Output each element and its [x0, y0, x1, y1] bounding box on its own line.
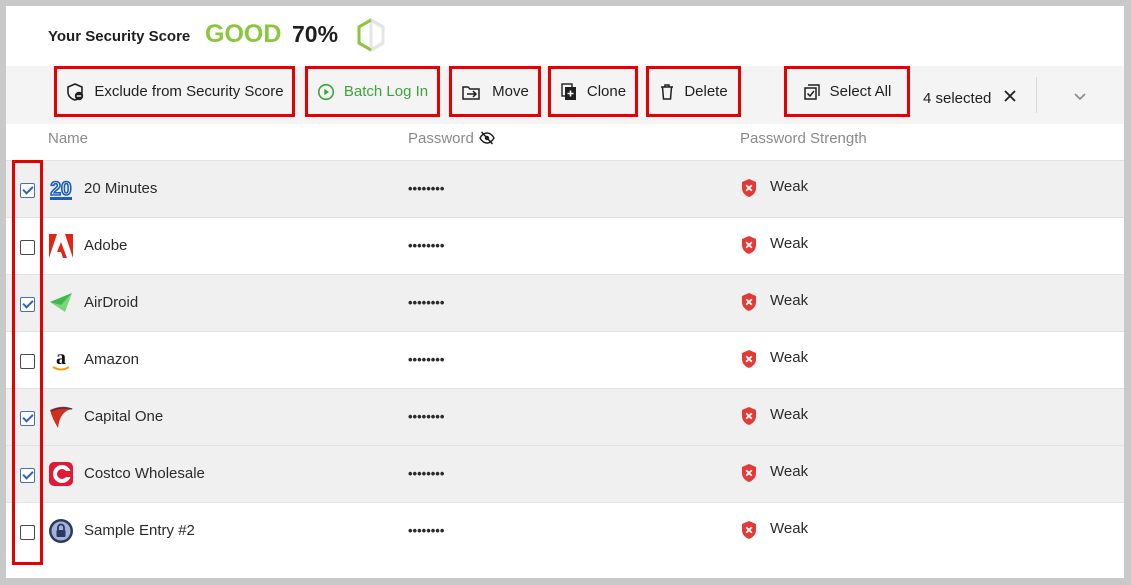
exclude-label: Exclude from Security Score — [94, 83, 284, 100]
airdroid-logo — [48, 290, 74, 316]
adobe-logo — [48, 233, 74, 259]
play-circle-icon — [317, 83, 334, 100]
app-frame: Your Security Score GOOD 70% Exclude fro… — [6, 6, 1124, 578]
select-all-button[interactable]: Select All — [784, 66, 910, 117]
security-score-rating: GOOD — [205, 20, 282, 48]
column-header-password[interactable]: Password — [408, 130, 495, 147]
security-score-label: Your Security Score — [48, 28, 191, 45]
exclude-from-score-button[interactable]: Exclude from Security Score — [54, 66, 295, 117]
trash-icon — [661, 83, 674, 100]
batch-login-button[interactable]: Batch Log In — [305, 66, 440, 117]
move-button[interactable]: Move — [449, 66, 541, 117]
security-score-bar: Your Security Score GOOD 70% — [6, 6, 1124, 66]
strength-label: Weak — [770, 178, 809, 195]
entry-name[interactable]: 20 Minutes — [84, 180, 157, 197]
row-checkbox[interactable] — [20, 525, 35, 540]
row-checkbox[interactable] — [20, 183, 35, 198]
entry-name[interactable]: AirDroid — [84, 294, 138, 311]
generic-lock-logo — [48, 518, 74, 544]
security-shield-icon — [357, 18, 385, 52]
column-header-password-label: Password — [408, 130, 474, 147]
move-label: Move — [492, 83, 529, 100]
weak-shield-icon — [740, 463, 758, 483]
select-all-icon — [803, 83, 820, 100]
table-row[interactable]: Capital One •••••••• Weak — [6, 388, 1124, 445]
svg-text:20: 20 — [50, 179, 71, 200]
column-header-strength[interactable]: Password Strength — [740, 130, 867, 147]
amazon-logo: a — [48, 347, 74, 373]
masked-password: •••••••• — [408, 352, 445, 367]
entry-name[interactable]: Costco Wholesale — [84, 465, 205, 482]
masked-password: •••••••• — [408, 523, 445, 538]
clone-icon — [561, 82, 576, 100]
clone-label: Clone — [586, 83, 627, 100]
weak-shield-icon — [740, 520, 758, 540]
row-checkbox[interactable] — [20, 354, 35, 369]
table-row[interactable]: Adobe •••••••• Weak — [6, 217, 1124, 274]
table-row[interactable]: 20 20 Minutes •••••••• Weak — [6, 160, 1124, 217]
row-checkbox[interactable] — [20, 297, 35, 312]
masked-password: •••••••• — [408, 238, 445, 253]
table-row[interactable]: Sample Entry #2 •••••••• Weak — [6, 502, 1124, 559]
weak-shield-icon — [740, 406, 758, 426]
entry-name[interactable]: Capital One — [84, 408, 163, 425]
strength-label: Weak — [770, 463, 809, 480]
svg-text:a: a — [56, 347, 66, 369]
strength-label: Weak — [770, 235, 809, 252]
strength-label: Weak — [770, 406, 809, 423]
move-folder-icon — [462, 85, 480, 100]
delete-button[interactable]: Delete — [646, 66, 741, 117]
clone-button[interactable]: Clone — [548, 66, 638, 117]
chevron-down-icon[interactable] — [1072, 88, 1088, 104]
select-all-label: Select All — [829, 83, 892, 100]
masked-password: •••••••• — [408, 409, 445, 424]
costco-logo — [48, 461, 74, 487]
column-header-name[interactable]: Name — [48, 130, 88, 147]
strength-label: Weak — [770, 292, 809, 309]
password-list: 20 20 Minutes •••••••• Weak Adobe •••••••• Wea… — [6, 160, 1124, 559]
shield-minus-icon — [67, 82, 84, 101]
weak-shield-icon — [740, 292, 758, 312]
selected-count: 4 selected — [923, 90, 992, 107]
masked-password: •••••••• — [408, 295, 445, 310]
strength-label: Weak — [770, 349, 809, 366]
delete-label: Delete — [684, 83, 728, 100]
table-row[interactable]: a Amazon •••••••• Weak — [6, 331, 1124, 388]
strength-label: Weak — [770, 520, 809, 537]
weak-shield-icon — [740, 349, 758, 369]
masked-password: •••••••• — [408, 181, 445, 196]
clear-selection-icon[interactable] — [1002, 88, 1018, 104]
eye-slash-icon[interactable] — [479, 131, 495, 145]
20-minutes-logo: 20 — [48, 176, 74, 202]
entry-name[interactable]: Adobe — [84, 237, 127, 254]
table-row[interactable]: Costco Wholesale •••••••• Weak — [6, 445, 1124, 502]
entry-name[interactable]: Amazon — [84, 351, 139, 368]
capital-one-logo — [48, 404, 74, 430]
entry-name[interactable]: Sample Entry #2 — [84, 522, 195, 539]
table-row[interactable]: AirDroid •••••••• Weak — [6, 274, 1124, 331]
batch-login-label: Batch Log In — [343, 83, 429, 100]
row-checkbox[interactable] — [20, 468, 35, 483]
weak-shield-icon — [740, 235, 758, 255]
row-checkbox[interactable] — [20, 240, 35, 255]
masked-password: •••••••• — [408, 466, 445, 481]
weak-shield-icon — [740, 178, 758, 198]
toolbar-divider — [1036, 77, 1037, 113]
bulk-action-toolbar: Exclude from Security Score Batch Log In… — [6, 66, 1124, 124]
security-score-percent: 70% — [292, 21, 339, 47]
row-checkbox[interactable] — [20, 411, 35, 426]
